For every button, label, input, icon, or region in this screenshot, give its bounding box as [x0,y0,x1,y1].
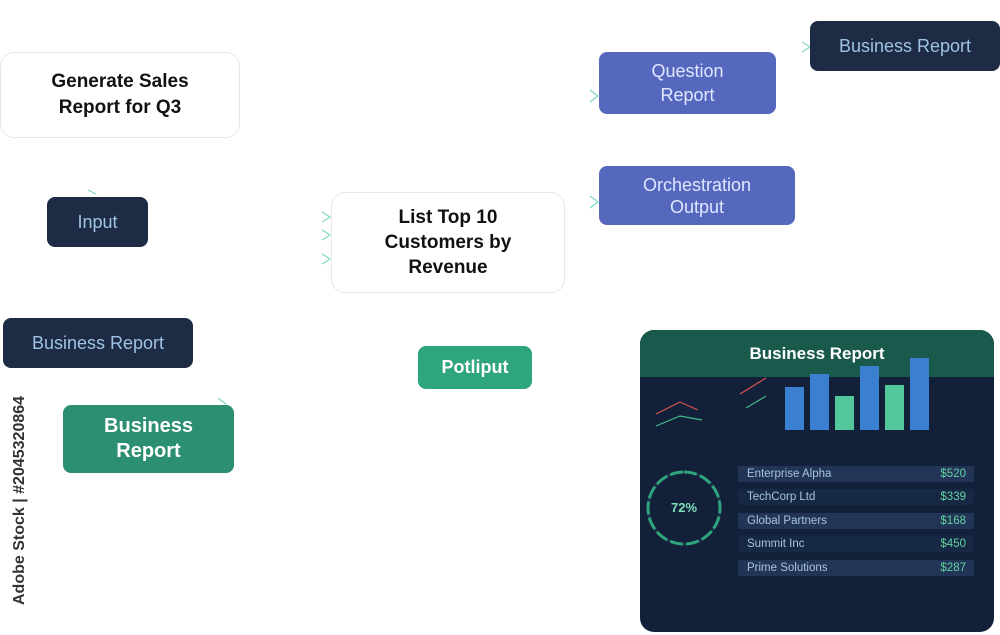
sparkline-red-2 [739,377,767,395]
node-orchestration-output[interactable]: Orchestration Output [599,166,795,225]
table-row: Global Partners $168 [738,513,974,529]
node-list-top-customers[interactable]: List Top 10 Customers by Revenue [331,192,565,293]
row-name: Enterprise Alpha [747,468,832,480]
sparkline-decoration [655,377,767,427]
arrow-list-2 [321,229,332,241]
stock-credit-text: Adobe Stock | #2045320864 [11,395,28,605]
bar-5 [885,385,904,430]
arrow-list-1 [321,211,332,223]
bar-chart [785,358,929,430]
table-row: Prime Solutions $287 [738,560,974,576]
sparkline-green-2 [745,395,767,409]
row-amount: $287 [940,562,966,574]
sparkline-red-1 [655,401,699,415]
node-input[interactable]: Input [47,197,148,247]
arrow-input [87,189,97,195]
node-business-report-left[interactable]: Business Report [3,318,193,368]
arrow-business-top [801,41,812,53]
ring-percent-label: 72% [670,500,698,515]
row-amount: $339 [940,491,966,503]
arrow-business-green [217,397,227,405]
table-row: TechCorp Ltd $339 [738,489,974,505]
row-amount: $520 [940,468,966,480]
arrow-question [589,89,599,103]
row-name: TechCorp Ltd [747,491,816,503]
arrow-orchestration [589,195,599,209]
row-amount: $168 [940,515,966,527]
node-generate-sales-report[interactable]: Generate Sales Report for Q3 [0,52,240,138]
table-row: Summit Inc $450 [738,536,974,552]
node-business-report-top[interactable]: Business Report [810,21,1000,71]
business-report-dashboard: Business Report 72% Enterprise Alpha $52… [640,330,994,632]
bar-2 [810,374,829,430]
arrow-list-3 [321,253,332,265]
row-name: Summit Inc [747,538,805,550]
row-name: Prime Solutions [747,562,828,574]
bar-3 [835,396,854,430]
bar-4 [860,366,879,430]
bar-6 [910,358,929,430]
sparkline-green-1 [655,415,703,427]
row-amount: $450 [940,538,966,550]
table-row: Enterprise Alpha $520 [738,466,974,482]
row-name: Global Partners [747,515,827,527]
node-potliput[interactable]: Potliput [418,346,532,389]
node-business-report-green[interactable]: Business Report [63,405,234,473]
bar-1 [785,387,804,430]
node-question-report[interactable]: Question Report [599,52,776,114]
